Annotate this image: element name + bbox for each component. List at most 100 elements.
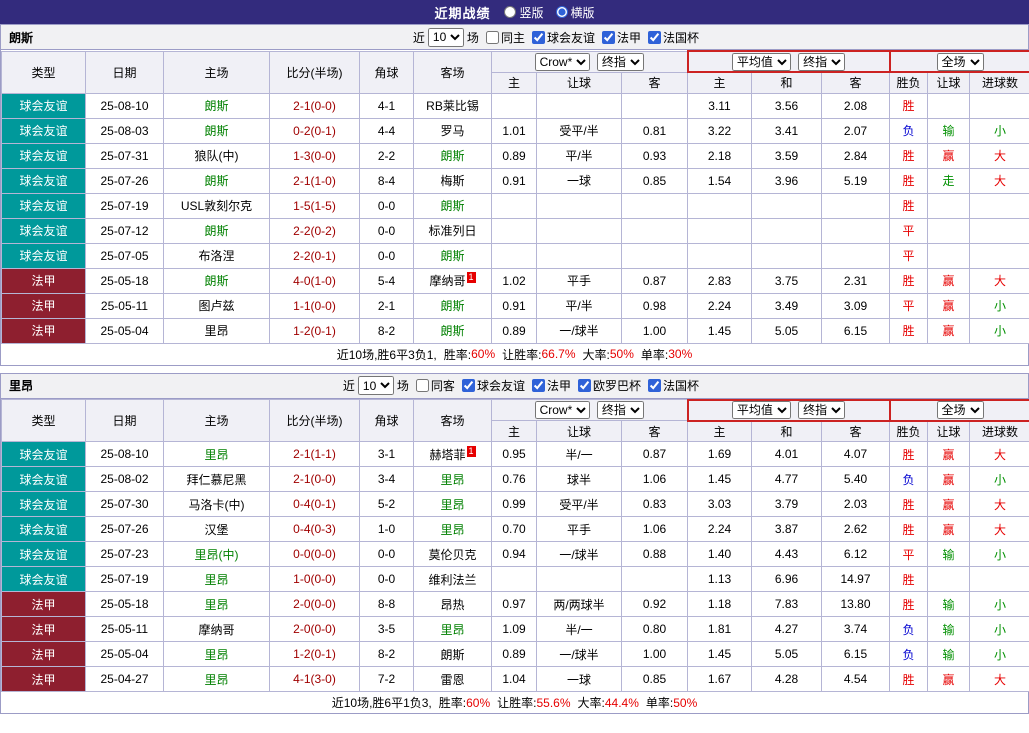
team-name-link[interactable]: 里昂 xyxy=(204,324,228,338)
league-filter-checkbox[interactable] xyxy=(461,379,475,392)
score-cell[interactable]: 1-3(0-0) xyxy=(269,142,360,169)
team-name-link[interactable]: 梅斯 xyxy=(440,174,464,188)
avg-odds-select[interactable]: 平均值 xyxy=(731,53,791,70)
team-name-link[interactable]: 里昂 xyxy=(440,498,464,512)
match-count-select[interactable]: 10 xyxy=(427,27,464,47)
score-cell[interactable]: 1-0(0-0) xyxy=(269,566,360,592)
league-filter-checkbox[interactable] xyxy=(647,30,661,44)
score-cell[interactable]: 1-1(0-0) xyxy=(269,292,360,319)
score-cell[interactable]: 2-1(0-0) xyxy=(269,466,360,492)
team-name-link[interactable]: 里昂 xyxy=(204,598,228,612)
layout-option-horizontal[interactable]: 横版 xyxy=(555,4,595,21)
odds-company-select[interactable]: Crow* xyxy=(534,52,590,71)
league-filter-item[interactable]: 法国杯 xyxy=(641,29,699,46)
team-name-link[interactable]: 朗斯 xyxy=(440,324,464,338)
team-name-link[interactable]: 里昂 xyxy=(440,623,464,637)
score-cell[interactable]: 1-2(0-1) xyxy=(269,641,360,667)
team-name-link[interactable]: 朗斯 xyxy=(440,299,464,313)
league-filter-item[interactable]: 法甲 xyxy=(525,377,571,394)
team-name-link[interactable]: 马洛卡(中) xyxy=(189,498,245,512)
same-venue-filter[interactable]: 同客 xyxy=(409,377,455,394)
team-section-lyon: 里昂 近 10 场同客 球会友谊 法甲 欧罗巴杯 法国杯 类型 日期 主场 比分(半场) 角… xyxy=(0,372,1029,714)
layout-radio-group: 竖版 横版 xyxy=(504,4,595,21)
league-filter-checkbox[interactable] xyxy=(601,30,615,44)
layout-option-vertical[interactable]: 竖版 xyxy=(504,4,544,21)
score-cell[interactable]: 2-2(0-1) xyxy=(269,242,360,269)
same-venue-checkbox[interactable] xyxy=(485,30,499,44)
team-name-link[interactable]: 朗斯 xyxy=(204,124,228,138)
team-name-link[interactable]: 朗斯 xyxy=(204,174,228,188)
team-name-link[interactable]: 里昂 xyxy=(440,473,464,487)
score-cell[interactable]: 0-4(0-1) xyxy=(269,491,360,517)
team-name-link[interactable]: 里昂 xyxy=(204,673,228,687)
league-filter-item[interactable]: 球会友谊 xyxy=(455,377,525,394)
same-venue-checkbox[interactable] xyxy=(415,379,429,392)
avg-stage-select[interactable]: 终指 xyxy=(798,53,846,70)
avg-stage-select[interactable]: 终指 xyxy=(798,401,846,419)
team-name-link[interactable]: 里昂 xyxy=(204,648,228,662)
league-filter-item[interactable]: 欧罗巴杯 xyxy=(571,377,641,394)
team-name-link[interactable]: 朗斯 xyxy=(204,224,228,238)
league-filter-item[interactable]: 球会友谊 xyxy=(525,29,595,46)
team-name-link[interactable]: 里昂 xyxy=(204,448,228,462)
league-filter-item[interactable]: 法国杯 xyxy=(641,377,699,394)
league-filter-checkbox[interactable] xyxy=(577,379,591,392)
team-name-link[interactable]: 布洛涅 xyxy=(198,249,234,263)
handicap-cell: 一/球半 xyxy=(536,541,622,567)
scope-select[interactable]: 全场 xyxy=(936,53,984,70)
score-cell[interactable]: 1-2(0-1) xyxy=(269,317,360,344)
team-name-link[interactable]: 维利法兰 xyxy=(428,573,476,587)
odds-dropdown-cell: Crow* 终指 xyxy=(491,399,688,421)
team-name-link[interactable]: RB莱比锡 xyxy=(426,99,479,113)
scope-select[interactable]: 全场 xyxy=(936,401,984,419)
score-cell[interactable]: 0-4(0-3) xyxy=(269,516,360,542)
team-name-link[interactable]: 里昂 xyxy=(440,523,464,537)
score-cell[interactable]: 1-5(1-5) xyxy=(269,192,360,219)
team-name-link[interactable]: 拜仁慕尼黑 xyxy=(186,473,246,487)
score-cell[interactable]: 0-2(0-1) xyxy=(269,117,360,144)
same-venue-filter[interactable]: 同主 xyxy=(479,29,525,46)
team-name-link[interactable]: 摩纳哥 xyxy=(198,623,234,637)
team-name-link[interactable]: 莫伦贝克 xyxy=(428,548,476,562)
avg-odds-select[interactable]: 平均值 xyxy=(731,401,791,419)
score-cell[interactable]: 2-1(1-1) xyxy=(269,441,360,467)
team-name-link[interactable]: 朗斯 xyxy=(440,149,464,163)
league-filter-checkbox[interactable] xyxy=(531,30,545,44)
score-cell[interactable]: 4-0(1-0) xyxy=(269,267,360,294)
team-name-link[interactable]: 标准列日 xyxy=(428,224,476,238)
score-cell[interactable]: 2-2(0-2) xyxy=(269,217,360,244)
vertical-layout-radio[interactable] xyxy=(504,6,517,18)
score-cell[interactable]: 2-1(1-0) xyxy=(269,167,360,194)
team-name-link[interactable]: 摩纳哥 xyxy=(429,274,465,288)
team-name-link[interactable]: 图卢兹 xyxy=(198,299,234,313)
score-cell[interactable]: 2-1(0-0) xyxy=(269,92,360,119)
team-name-link[interactable]: 朗斯 xyxy=(440,199,464,213)
team-name-link[interactable]: 汉堡 xyxy=(204,523,228,537)
odds-company-select[interactable]: Crow* xyxy=(534,401,590,419)
team-name-link[interactable]: 朗斯 xyxy=(440,648,464,662)
team-name-link[interactable]: 罗马 xyxy=(440,124,464,138)
score-cell[interactable]: 2-0(0-0) xyxy=(269,591,360,617)
team-name-link[interactable]: 里昂 xyxy=(204,573,228,587)
score-cell[interactable]: 4-1(3-0) xyxy=(269,666,360,692)
odds-stage-select[interactable]: 终指 xyxy=(596,52,644,71)
team-name-link[interactable]: 昂热 xyxy=(440,598,464,612)
team-name-link[interactable]: 朗斯 xyxy=(204,274,228,288)
team-name-link[interactable]: 朗斯 xyxy=(204,99,228,113)
score-cell[interactable]: 0-0(0-0) xyxy=(269,541,360,567)
team-name-link[interactable]: 赫塔菲 xyxy=(429,448,465,462)
team-name-link[interactable]: 里昂(中) xyxy=(195,548,239,562)
home-team-cell: 拜仁慕尼黑 xyxy=(163,466,270,492)
league-filter-checkbox[interactable] xyxy=(531,379,545,392)
team-name-link[interactable]: USL敦刻尔克 xyxy=(181,199,252,213)
horizontal-layout-radio[interactable] xyxy=(555,6,568,18)
team-name-link[interactable]: 雷恩 xyxy=(440,673,464,687)
match-count-select[interactable]: 10 xyxy=(357,376,394,395)
score-cell[interactable]: 2-0(0-0) xyxy=(269,616,360,642)
team-name-link[interactable]: 朗斯 xyxy=(440,249,464,263)
league-filter-checkbox[interactable] xyxy=(647,379,661,392)
team-name-link[interactable]: 狼队(中) xyxy=(195,149,239,163)
avg-away-cell: 5.19 xyxy=(821,167,890,194)
odds-stage-select[interactable]: 终指 xyxy=(596,401,644,419)
league-filter-item[interactable]: 法甲 xyxy=(595,29,641,46)
